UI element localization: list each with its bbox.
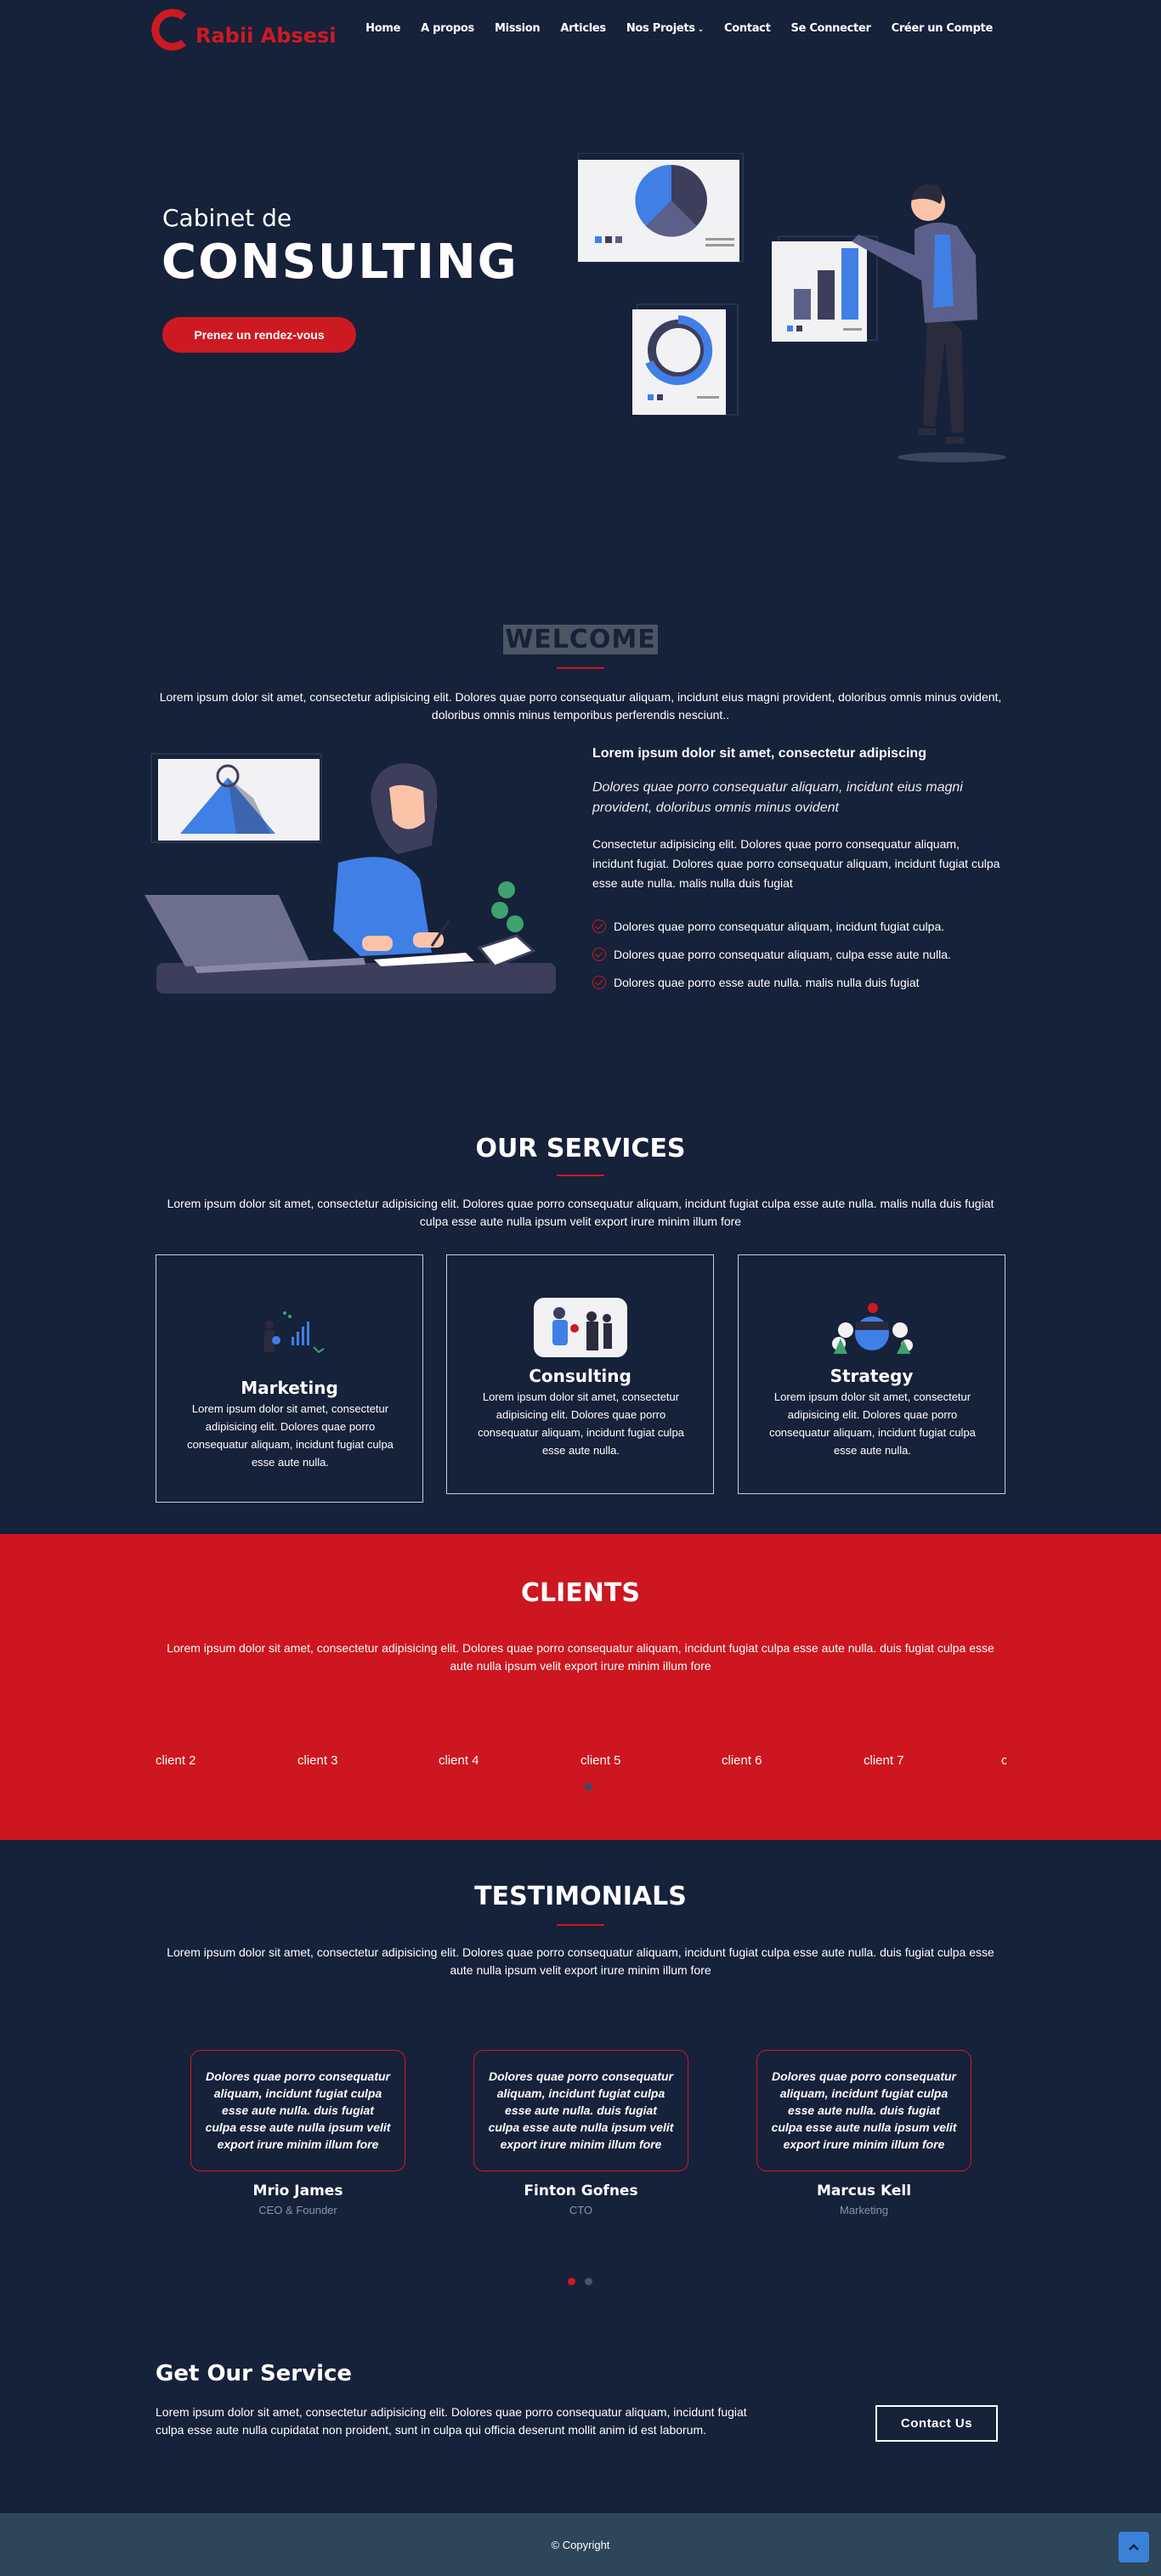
nav-contact[interactable]: Contact bbox=[724, 22, 771, 35]
service-name: Strategy bbox=[830, 1366, 914, 1386]
nav-mission[interactable]: Mission bbox=[495, 22, 541, 35]
testimonial-quote: Dolores quae porro consequatur aliquam, … bbox=[473, 2050, 688, 2171]
cta-title: Get Our Service bbox=[156, 2361, 353, 2386]
consulting-icon bbox=[447, 1298, 713, 1357]
hero-subtitle: Cabinet de bbox=[162, 204, 292, 232]
testimonial-quote: Dolores quae porro consequatur aliquam, … bbox=[190, 2050, 405, 2171]
nav-home[interactable]: Home bbox=[365, 22, 400, 35]
carousel-dot[interactable] bbox=[585, 1783, 592, 1791]
about-list-item: Dolores quae porro consequatur aliquam, … bbox=[592, 920, 951, 933]
about-list-text: Dolores quae porro esse aute nulla. mali… bbox=[614, 976, 920, 989]
testimonials-intro: Lorem ipsum dolor sit amet, consectetur … bbox=[167, 1945, 994, 1977]
clients-title: CLIENTS bbox=[521, 1578, 640, 1608]
services-title: OUR SERVICES bbox=[475, 1134, 686, 1163]
client-logo[interactable]: client 4 bbox=[439, 1753, 479, 1768]
welcome-intro: Lorem ipsum dolor sit amet, consectetur … bbox=[159, 690, 1002, 722]
check-circle-icon bbox=[592, 948, 606, 961]
testimonials-title: TESTIMONIALS bbox=[474, 1882, 687, 1911]
service-name: Marketing bbox=[241, 1378, 338, 1398]
about-list-text: Dolores quae porro consequatur aliquam, … bbox=[614, 920, 945, 933]
service-card-marketing[interactable]: Marketing Lorem ipsum dolor sit amet, co… bbox=[156, 1254, 423, 1503]
about-list-item: Dolores quae porro esse aute nulla. mali… bbox=[592, 976, 951, 989]
service-desc: Lorem ipsum dolor sit amet, consectetur … bbox=[187, 1402, 394, 1469]
testimonial-dot[interactable] bbox=[585, 2278, 592, 2285]
chevron-down-icon: ⌄ bbox=[697, 25, 705, 34]
service-desc: Lorem ipsum dolor sit amet, consectetur … bbox=[478, 1390, 684, 1457]
nav-nos-projets-label: Nos Projets bbox=[626, 22, 695, 35]
brand-name: Rabii Absesi bbox=[195, 24, 337, 48]
logo-c-icon bbox=[151, 8, 186, 51]
testimonials-divider bbox=[557, 1924, 604, 1926]
welcome-divider bbox=[557, 667, 604, 669]
check-circle-icon bbox=[592, 976, 606, 989]
chevron-up-icon bbox=[1129, 2544, 1139, 2551]
strategy-icon bbox=[739, 1296, 1005, 1359]
welcome-title: WELCOME bbox=[0, 625, 1161, 654]
nav-a-propos[interactable]: A propos bbox=[421, 22, 474, 35]
nav-creer-compte[interactable]: Créer un Compte bbox=[892, 22, 994, 35]
contact-us-button[interactable]: Contact Us bbox=[875, 2405, 998, 2442]
appointment-button[interactable]: Prenez un rendez-vous bbox=[162, 317, 356, 353]
nav-nos-projets[interactable]: Nos Projets ⌄ bbox=[626, 22, 704, 35]
testimonial-name: Finton Gofnes bbox=[524, 2183, 638, 2200]
services-intro: Lorem ipsum dolor sit amet, consectetur … bbox=[167, 1197, 994, 1228]
check-circle-icon bbox=[592, 920, 606, 933]
about-illustration bbox=[144, 753, 556, 994]
testimonial-role: CEO & Founder bbox=[258, 2204, 337, 2216]
client-logo[interactable]: client 3 bbox=[297, 1753, 338, 1768]
client-logo[interactable]: client 6 bbox=[722, 1753, 762, 1768]
about-list: Dolores quae porro consequatur aliquam, … bbox=[592, 920, 951, 1004]
testimonial-dot-active[interactable] bbox=[568, 2278, 575, 2285]
client-logo[interactable]: client 5 bbox=[580, 1753, 621, 1768]
about-paragraph: Consectetur adipisicing elit. Dolores qu… bbox=[592, 837, 1000, 890]
nav-articles[interactable]: Articles bbox=[560, 22, 606, 35]
about-list-item: Dolores quae porro consequatur aliquam, … bbox=[592, 948, 951, 961]
nav-se-connecter[interactable]: Se Connecter bbox=[791, 22, 871, 35]
testimonial-role: CTO bbox=[569, 2204, 593, 2216]
cta-text: Lorem ipsum dolor sit amet, consectetur … bbox=[156, 2405, 747, 2437]
copyright-text: © Copyright bbox=[551, 2539, 610, 2551]
testimonial-name: Marcus Kell bbox=[816, 2183, 912, 2200]
brand-logo[interactable]: Rabii Absesi bbox=[150, 7, 337, 53]
service-name: Consulting bbox=[529, 1366, 631, 1386]
client-logo[interactable]: client 2 bbox=[156, 1753, 196, 1768]
service-card-consulting[interactable]: Consulting Lorem ipsum dolor sit amet, c… bbox=[446, 1254, 714, 1494]
about-heading: Lorem ipsum dolor sit amet, consectetur … bbox=[592, 746, 926, 761]
about-list-text: Dolores quae porro consequatur aliquam, … bbox=[614, 948, 951, 961]
service-desc: Lorem ipsum dolor sit amet, consectetur … bbox=[769, 1390, 976, 1457]
hero-title: CONSULTING bbox=[161, 235, 518, 290]
site-footer: © Copyright bbox=[0, 2513, 1161, 2576]
client-logo[interactable]: c bbox=[1001, 1753, 1006, 1768]
service-card-strategy[interactable]: Strategy Lorem ipsum dolor sit amet, con… bbox=[738, 1254, 1005, 1494]
client-logo[interactable]: client 7 bbox=[864, 1753, 904, 1768]
services-divider bbox=[557, 1175, 604, 1176]
welcome-title-text: WELCOME bbox=[503, 625, 658, 654]
clients-section: CLIENTS Lorem ipsum dolor sit amet, cons… bbox=[0, 1534, 1161, 1840]
page: Rabii Absesi Home A propos Mission Artic… bbox=[0, 0, 1161, 2576]
hero-illustration bbox=[578, 153, 1006, 462]
clients-intro: Lorem ipsum dolor sit amet, consectetur … bbox=[167, 1641, 994, 1673]
site-header: Rabii Absesi Home A propos Mission Artic… bbox=[0, 0, 1161, 59]
testimonial-role: Marketing bbox=[839, 2204, 889, 2216]
marketing-icon bbox=[156, 1305, 422, 1366]
main-nav: Home A propos Mission Articles Nos Proje… bbox=[345, 22, 993, 35]
testimonial-name: Mrio James bbox=[252, 2183, 343, 2200]
testimonial-quote: Dolores quae porro consequatur aliquam, … bbox=[756, 2050, 971, 2171]
about-italic-text: Dolores quae porro consequatur aliquam, … bbox=[592, 780, 963, 815]
back-to-top-button[interactable] bbox=[1119, 2532, 1149, 2562]
